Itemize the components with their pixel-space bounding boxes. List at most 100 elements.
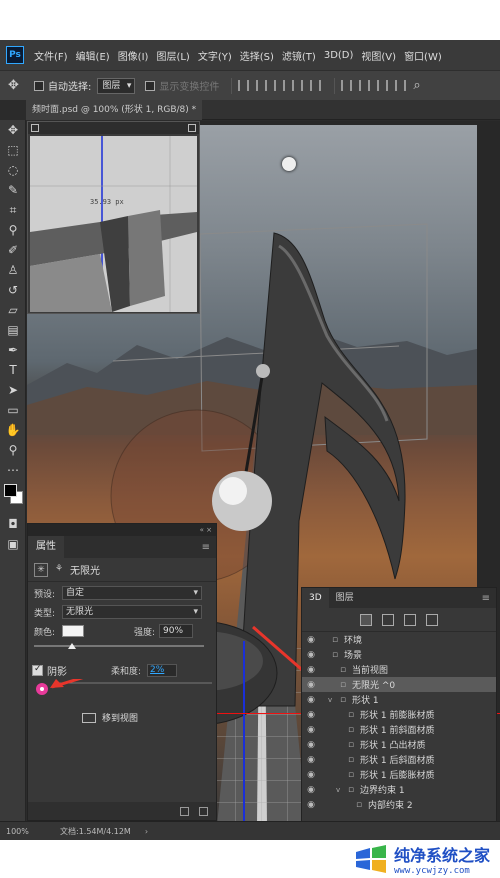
stamp-tool-icon[interactable]: ♙ [0,260,26,280]
scene-tree-row[interactable]: ◉ ▫ 形状 1 后斜面材质 [302,752,496,767]
menu-edit[interactable]: 编辑(E) [76,48,110,63]
menu-filter[interactable]: 滤镜(T) [282,48,316,63]
marquee-tool-icon[interactable]: ⬚ [0,140,26,160]
move-to-view-button[interactable]: 移到视图 [102,711,138,724]
intensity-slider[interactable] [34,641,210,653]
tab-3d[interactable]: 3D [302,588,329,608]
distribute-bottom-icon[interactable] [377,80,389,91]
expand-icon[interactable] [188,124,196,132]
gradient-tool-icon[interactable]: ▤ [0,320,26,340]
light-type-dropdown[interactable]: 无限光 [62,605,202,619]
meshes-filter-icon[interactable] [382,613,394,626]
light-color-swatch[interactable] [62,625,84,637]
document-tab[interactable]: 频时面.psd @ 100% (形状 1, RGB/8) * [26,100,203,120]
menu-3d[interactable]: 3D(D) [324,50,354,61]
softness-field[interactable]: 2% [147,663,178,677]
delete-icon[interactable] [199,806,208,816]
brush-tool-icon[interactable]: ✐ [0,240,26,260]
history-brush-tool-icon[interactable]: ↺ [0,280,26,300]
lights-filter-icon[interactable] [426,613,438,626]
light-icon[interactable]: ✳ [34,562,48,577]
scene-tree-row[interactable]: ◉ ▫ 场景 [302,647,496,662]
panel-menu-icon[interactable] [31,124,39,132]
move-to-view-icon[interactable] [82,712,96,723]
auto-select-dropdown[interactable]: 图层 [97,77,136,94]
move-to-view-row[interactable]: 移到视图 [28,711,216,724]
panel-collapse-bar[interactable]: « × [28,524,216,536]
eyedropper-tool-icon[interactable]: ⚲ [0,220,26,240]
visibility-eye-icon[interactable]: ◉ [302,785,320,795]
foreground-color-swatch[interactable] [4,484,17,497]
hand-tool-icon[interactable]: ✋ [0,420,26,440]
menu-layer[interactable]: 图层(L) [156,48,189,63]
app-logo[interactable]: Ps [6,46,24,64]
distribute-left-icon[interactable] [395,80,407,91]
scene-tree-row[interactable]: ◉ ▫ 环境 [302,632,496,647]
3d-secondary-view[interactable]: 35.93 px [30,136,197,312]
visibility-eye-icon[interactable]: ◉ [302,635,320,645]
align-left-icon[interactable] [292,80,304,91]
align-bottom-icon[interactable] [274,80,286,91]
visibility-eye-icon[interactable]: ◉ [302,695,320,705]
crop-tool-icon[interactable]: ⌗ [0,200,26,220]
visibility-eye-icon[interactable]: ◉ [302,770,320,780]
expand-chevron-icon[interactable]: v [328,696,336,704]
visibility-eye-icon[interactable]: ◉ [302,740,320,750]
expand-chevron-icon[interactable]: v [336,786,344,794]
scene-tree-row[interactable]: ◉ ▫ 当前视图 [302,662,496,677]
type-tool-icon[interactable]: T [0,360,26,380]
distribute-middle-icon[interactable] [359,80,371,91]
menu-file[interactable]: 文件(F) [34,48,68,63]
visibility-eye-icon[interactable]: ◉ [302,710,320,720]
materials-filter-icon[interactable] [404,613,416,626]
align-middle-icon[interactable] [256,80,268,91]
move-tool-icon[interactable]: ✥ [0,120,26,140]
scene-tree-row[interactable]: ◉ v ▫ 形状 1 [302,692,496,707]
scene-tree-row[interactable]: ◉ ▫ 无限光 ^0 [302,677,496,692]
distribute-top-icon[interactable] [341,80,353,91]
panel-menu-icon[interactable]: ≡ [482,593,490,604]
slider-knob[interactable] [67,643,76,649]
menu-image[interactable]: 图像(I) [118,48,149,63]
visibility-eye-icon[interactable]: ◉ [302,680,320,690]
scene-tree-row[interactable]: ◉ ▫ 形状 1 凸出材质 [302,737,496,752]
screen-mode-icon[interactable]: ▣ [0,534,26,554]
align-center-icon[interactable] [310,80,322,91]
menu-view[interactable]: 视图(V) [361,48,396,63]
auto-select-checkbox[interactable] [34,80,44,91]
show-transform-checkbox[interactable] [145,80,156,91]
scene-tree-row[interactable]: ◉ ▫ 内部约束 2 [302,797,496,812]
intensity-field[interactable]: 90% [159,624,194,638]
color-swatches[interactable] [0,480,26,514]
zoom-tool-icon[interactable]: ⚲ [0,440,26,460]
shape-tool-icon[interactable]: ▭ [0,400,26,420]
scene-tree-row[interactable]: ◉ ▫ 形状 1 后膨胀材质 [302,767,496,782]
quick-mask-icon[interactable]: ◘ [0,514,26,534]
pen-tool-icon[interactable]: ✒ [0,340,26,360]
visibility-eye-icon[interactable]: ◉ [302,650,320,660]
more-tools-icon[interactable]: ⋯ [0,460,26,480]
visibility-eye-icon[interactable]: ◉ [302,800,320,810]
eraser-tool-icon[interactable]: ▱ [0,300,26,320]
menu-type[interactable]: 文字(Y) [198,48,232,63]
scene-tree-row[interactable]: ◉ ▫ 形状 1 前斜面材质 [302,722,496,737]
new-icon[interactable] [180,806,189,816]
visibility-eye-icon[interactable]: ◉ [302,725,320,735]
move-tool-icon[interactable]: ✥ [8,78,34,93]
chevron-right-icon[interactable]: › [145,827,148,836]
menu-window[interactable]: 窗口(W) [404,48,442,63]
preset-dropdown[interactable]: 自定 [62,586,202,600]
whole-scene-filter-icon[interactable] [360,613,372,626]
menu-select[interactable]: 选择(S) [240,48,274,63]
lasso-tool-icon[interactable]: ◌ [0,160,26,180]
zoom-level[interactable]: 100% [0,827,30,836]
visibility-eye-icon[interactable]: ◉ [302,755,320,765]
quick-select-tool-icon[interactable]: ✎ [0,180,26,200]
softness-slider[interactable] [28,679,216,699]
tab-layers[interactable]: 图层 [329,588,361,608]
scene-tree-row[interactable]: ◉ v ▫ 边界约束 1 [302,782,496,797]
visibility-eye-icon[interactable]: ◉ [302,665,320,675]
infinite-light-widget-icon[interactable] [282,157,296,171]
panel-menu-icon[interactable]: ≡ [202,542,210,553]
coordinates-icon[interactable]: ⚘ [52,563,66,577]
